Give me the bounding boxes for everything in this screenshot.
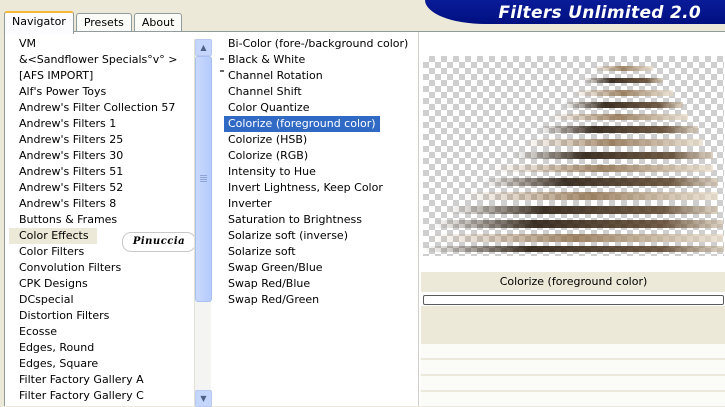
- filter-item[interactable]: Colorize (RGB): [224, 148, 414, 164]
- filter-row-selected: Colorize (foreground color): [224, 116, 414, 132]
- navigator-panel: VM &<Sandflower Specials°v° > [AFS IMPOR…: [4, 31, 725, 407]
- category-item[interactable]: &<Sandflower Specials°v° >: [9, 52, 195, 68]
- category-item[interactable]: VM: [9, 36, 195, 52]
- control-slot: [421, 344, 725, 359]
- filter-item[interactable]: Bi-Color (fore-/background color): [224, 36, 414, 52]
- category-item-selected[interactable]: Color Effects: [9, 228, 97, 244]
- tab-navigator[interactable]: Navigator: [4, 11, 74, 34]
- category-item[interactable]: Convolution Filters: [9, 260, 195, 276]
- filter-item[interactable]: Solarize soft (inverse): [224, 228, 414, 244]
- category-item[interactable]: Filter Factory Gallery A: [9, 372, 195, 388]
- category-list[interactable]: VM &<Sandflower Specials°v° > [AFS IMPOR…: [9, 36, 195, 406]
- category-item[interactable]: Andrew's Filters 51: [9, 164, 195, 180]
- preview-status: Colorize (foreground color): [421, 272, 725, 292]
- category-item[interactable]: [AFS IMPORT]: [9, 68, 195, 84]
- category-item[interactable]: Filter Factory Gallery C: [9, 388, 195, 404]
- filter-item[interactable]: Invert Lightness, Keep Color: [224, 180, 414, 196]
- filter-item[interactable]: Swap Red/Blue: [224, 276, 414, 292]
- filter-item[interactable]: Channel Rotation: [224, 68, 414, 84]
- progress-bar: [423, 295, 724, 305]
- banner-title: Filters Unlimited 2.0: [498, 3, 701, 23]
- category-item[interactable]: Andrew's Filters 8: [9, 196, 195, 212]
- tab-about[interactable]: About: [133, 13, 183, 32]
- scroll-down-button[interactable]: ▼: [195, 390, 212, 407]
- filter-item[interactable]: Solarize soft: [224, 244, 414, 260]
- category-item[interactable]: Edges, Square: [9, 356, 195, 372]
- preview-figure: [423, 66, 724, 252]
- filter-item[interactable]: Color Quantize: [224, 100, 414, 116]
- control-slot: [421, 376, 725, 391]
- category-item[interactable]: Andrew's Filters 25: [9, 132, 195, 148]
- tab-bar: Navigator Presets About: [4, 11, 184, 34]
- category-item[interactable]: Andrew's Filters 1: [9, 116, 195, 132]
- filter-item[interactable]: Black & White: [224, 52, 414, 68]
- category-item[interactable]: CPK Designs: [9, 276, 195, 292]
- watermark-badge: Pinuccia: [122, 232, 196, 252]
- category-item[interactable]: Buttons & Frames: [9, 212, 195, 228]
- category-item[interactable]: Andrew's Filters 30: [9, 148, 195, 164]
- scroll-up-button[interactable]: ▲: [195, 39, 212, 56]
- category-item[interactable]: Ecosse: [9, 324, 195, 340]
- grip-icon: [200, 175, 207, 176]
- category-item[interactable]: Edges, Round: [9, 340, 195, 356]
- tab-presets[interactable]: Presets: [75, 13, 132, 32]
- filter-item[interactable]: Inverter: [224, 196, 414, 212]
- control-slot: [421, 360, 725, 375]
- category-item[interactable]: Andrew's Filters 52: [9, 180, 195, 196]
- filter-item[interactable]: Intensity to Hue: [224, 164, 414, 180]
- filter-item[interactable]: Swap Red/Green: [224, 292, 414, 308]
- scroll-thumb[interactable]: [195, 56, 212, 302]
- category-item[interactable]: Distortion Filters: [9, 308, 195, 324]
- filter-item-selected[interactable]: Colorize (foreground color): [224, 116, 380, 132]
- category-item[interactable]: DCspecial: [9, 292, 195, 308]
- filter-item[interactable]: Colorize (HSB): [224, 132, 414, 148]
- control-area: [421, 306, 725, 407]
- category-item[interactable]: Andrew's Filter Collection 57: [9, 100, 195, 116]
- preview-image: [423, 56, 724, 256]
- category-item[interactable]: Alf's Power Toys: [9, 84, 195, 100]
- filter-item[interactable]: Channel Shift: [224, 84, 414, 100]
- list-marker-icon: [220, 58, 224, 72]
- category-scrollbar[interactable]: ▲ ▼: [194, 39, 212, 407]
- filter-list[interactable]: Bi-Color (fore-/background color) Black …: [220, 36, 414, 406]
- filter-item[interactable]: Swap Green/Blue: [224, 260, 414, 276]
- filter-item[interactable]: Saturation to Brightness: [224, 212, 414, 228]
- title-banner: Filters Unlimited 2.0: [425, 0, 725, 24]
- panel-divider: [418, 32, 419, 406]
